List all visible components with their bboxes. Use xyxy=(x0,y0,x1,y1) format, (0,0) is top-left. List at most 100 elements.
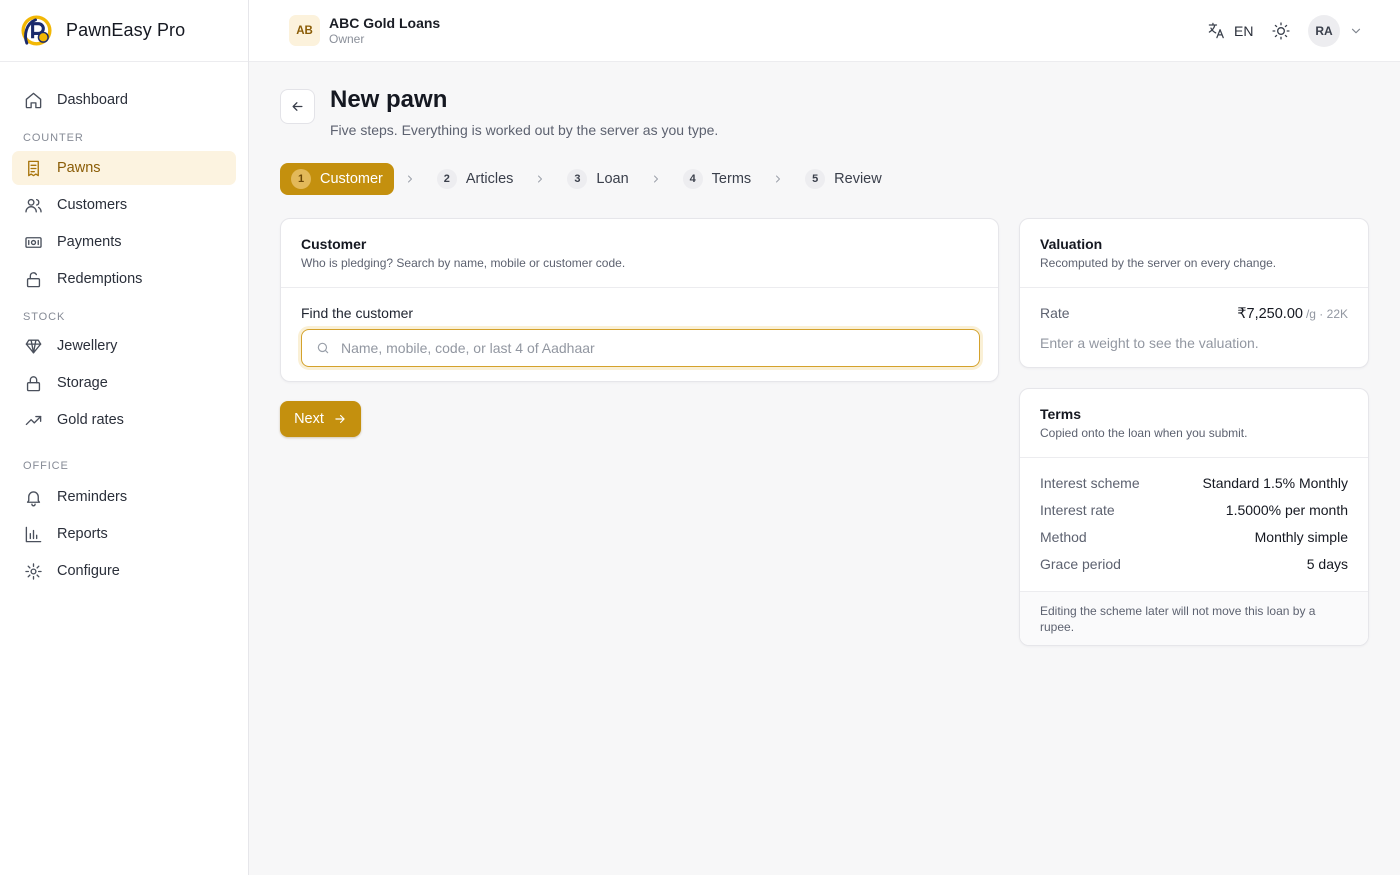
card-description: Copied onto the loan when you submit. xyxy=(1040,426,1248,440)
sidebar-item-configure[interactable]: Configure xyxy=(12,554,236,588)
sidebar-item-reminders[interactable]: Reminders xyxy=(12,480,236,514)
sidebar-item-pawns[interactable]: Pawns xyxy=(12,151,236,185)
org-name[interactable]: ABC Gold Loans xyxy=(329,15,440,31)
brand[interactable]: PawnEasy Pro xyxy=(0,0,248,62)
sun-icon[interactable] xyxy=(1271,21,1291,41)
sidebar-item-redemptions[interactable]: Redemptions xyxy=(12,262,236,296)
top-bar: AB ABC Gold Loans Owner EN RA xyxy=(249,0,1400,62)
term-row-grace-period: Grace period 5 days xyxy=(1040,556,1348,583)
rate-value: ₹7,250.00 xyxy=(1237,306,1303,322)
step-number: 3 xyxy=(567,169,588,189)
term-value: Monthly simple xyxy=(1254,529,1348,545)
sidebar-item-label: Gold rates xyxy=(57,412,124,428)
page-subtitle: Five steps. Everything is worked out by … xyxy=(330,122,719,138)
step-loan[interactable]: 3 Loan xyxy=(556,163,639,195)
sidebar-nav: Dashboard COUNTER Pawns Customers Paymen… xyxy=(0,62,248,588)
rate-label: Rate xyxy=(1040,305,1070,321)
user-avatar[interactable]: RA xyxy=(1308,15,1340,47)
receipt-icon xyxy=(28,160,39,176)
customer-search-input[interactable] xyxy=(341,340,941,356)
step-label: Loan xyxy=(596,171,629,187)
step-label: Terms xyxy=(711,171,752,187)
page-title: New pawn xyxy=(330,86,448,113)
step-review[interactable]: 5 Review xyxy=(794,163,893,195)
org-badge[interactable]: AB xyxy=(289,15,320,46)
arrow-right-icon xyxy=(335,414,345,424)
card-description: Recomputed by the server on every change… xyxy=(1040,256,1277,270)
sidebar-item-label: Customers xyxy=(57,197,128,213)
step-number: 2 xyxy=(436,169,457,189)
term-value: 1.5000% per month xyxy=(1225,502,1348,518)
sidebar-item-label: Storage xyxy=(57,375,108,391)
card-header: Terms Copied onto the loan when you subm… xyxy=(1020,389,1368,458)
sidebar-item-label: Pawns xyxy=(57,160,101,176)
terms-footnote: Editing the scheme later will not move t… xyxy=(1020,591,1368,645)
sidebar-item-label: Dashboard xyxy=(57,92,128,108)
term-row-interest-scheme: Interest scheme Standard 1.5% Monthly xyxy=(1040,475,1348,502)
term-label: Interest scheme xyxy=(1040,475,1140,491)
translate-icon xyxy=(1208,22,1224,39)
chevron-right-icon xyxy=(407,175,412,183)
bar-chart-icon xyxy=(25,526,42,542)
step-label: Customer xyxy=(320,171,383,187)
card-description: Who is pledging? Search by name, mobile … xyxy=(301,256,626,270)
step-terms[interactable]: 4 Terms xyxy=(672,163,762,195)
step-number: 5 xyxy=(805,169,826,189)
sidebar-item-dashboard[interactable]: Dashboard xyxy=(12,83,236,117)
card-title: Customer xyxy=(301,236,367,252)
card-title: Terms xyxy=(1040,406,1081,422)
term-value: 5 days xyxy=(1306,556,1348,572)
valuation-hint: Enter a weight to see the valuation. xyxy=(1040,335,1259,351)
chevron-right-icon xyxy=(653,175,658,183)
terms-list: Interest scheme Standard 1.5% Monthly In… xyxy=(1040,475,1348,583)
pawneasy-logo-icon xyxy=(21,15,52,46)
sidebar-item-storage[interactable]: Storage xyxy=(12,366,236,400)
sidebar-item-label: Jewellery xyxy=(57,338,118,354)
customer-search-field[interactable] xyxy=(301,329,980,367)
term-label: Grace period xyxy=(1040,556,1121,572)
sidebar: PawnEasy Pro Dashboard COUNTER Pawns Cus… xyxy=(0,0,249,875)
banknote-icon xyxy=(25,236,42,248)
rate-unit: /g · 22K xyxy=(1305,307,1348,321)
lock-icon xyxy=(26,375,41,391)
next-button[interactable]: Next xyxy=(280,401,361,437)
stepper: 1 Customer 2 Articles 3 Loan 4 Terms 5 R… xyxy=(280,163,893,195)
app-name: PawnEasy Pro xyxy=(66,20,186,40)
language-label: EN xyxy=(1234,22,1254,39)
valuation-card: Valuation Recomputed by the server on ev… xyxy=(1019,218,1369,368)
users-icon xyxy=(25,198,42,213)
step-articles[interactable]: 2 Articles xyxy=(426,163,525,195)
sidebar-item-label: Reports xyxy=(57,526,108,542)
sidebar-item-payments[interactable]: Payments xyxy=(12,225,236,259)
step-number: 1 xyxy=(291,169,311,189)
sidebar-item-gold-rates[interactable]: Gold rates xyxy=(12,403,236,437)
step-number: 4 xyxy=(682,169,703,189)
sidebar-section-counter: COUNTER xyxy=(23,132,84,144)
term-label: Method xyxy=(1040,529,1087,545)
rate-row: Rate ₹7,250.00/g · 22K xyxy=(1040,305,1348,323)
chevron-down-icon[interactable] xyxy=(1349,24,1363,38)
step-label: Review xyxy=(834,171,882,187)
sidebar-section-office: OFFICE xyxy=(23,460,69,472)
next-button-label: Next xyxy=(294,411,324,427)
chevron-right-icon xyxy=(538,175,543,183)
term-row-method: Method Monthly simple xyxy=(1040,529,1348,556)
find-customer-label: Find the customer xyxy=(301,305,414,321)
step-customer[interactable]: 1 Customer xyxy=(280,163,394,195)
chevron-right-icon xyxy=(776,175,781,183)
step-label: Articles xyxy=(465,171,514,187)
bell-icon xyxy=(26,490,41,506)
sidebar-item-reports[interactable]: Reports xyxy=(12,517,236,551)
sidebar-item-customers[interactable]: Customers xyxy=(12,188,236,222)
term-label: Interest rate xyxy=(1040,502,1115,518)
home-icon xyxy=(25,92,42,108)
language-switcher[interactable]: EN xyxy=(1207,21,1253,40)
back-button[interactable] xyxy=(280,89,315,124)
terms-card: Terms Copied onto the loan when you subm… xyxy=(1019,388,1369,646)
sidebar-section-stock: STOCK xyxy=(23,311,66,323)
term-row-interest-rate: Interest rate 1.5000% per month xyxy=(1040,502,1348,529)
unlock-icon xyxy=(26,271,41,287)
trend-up-icon xyxy=(25,415,42,425)
sidebar-item-jewellery[interactable]: Jewellery xyxy=(12,329,236,363)
sidebar-item-label: Payments xyxy=(57,234,122,250)
